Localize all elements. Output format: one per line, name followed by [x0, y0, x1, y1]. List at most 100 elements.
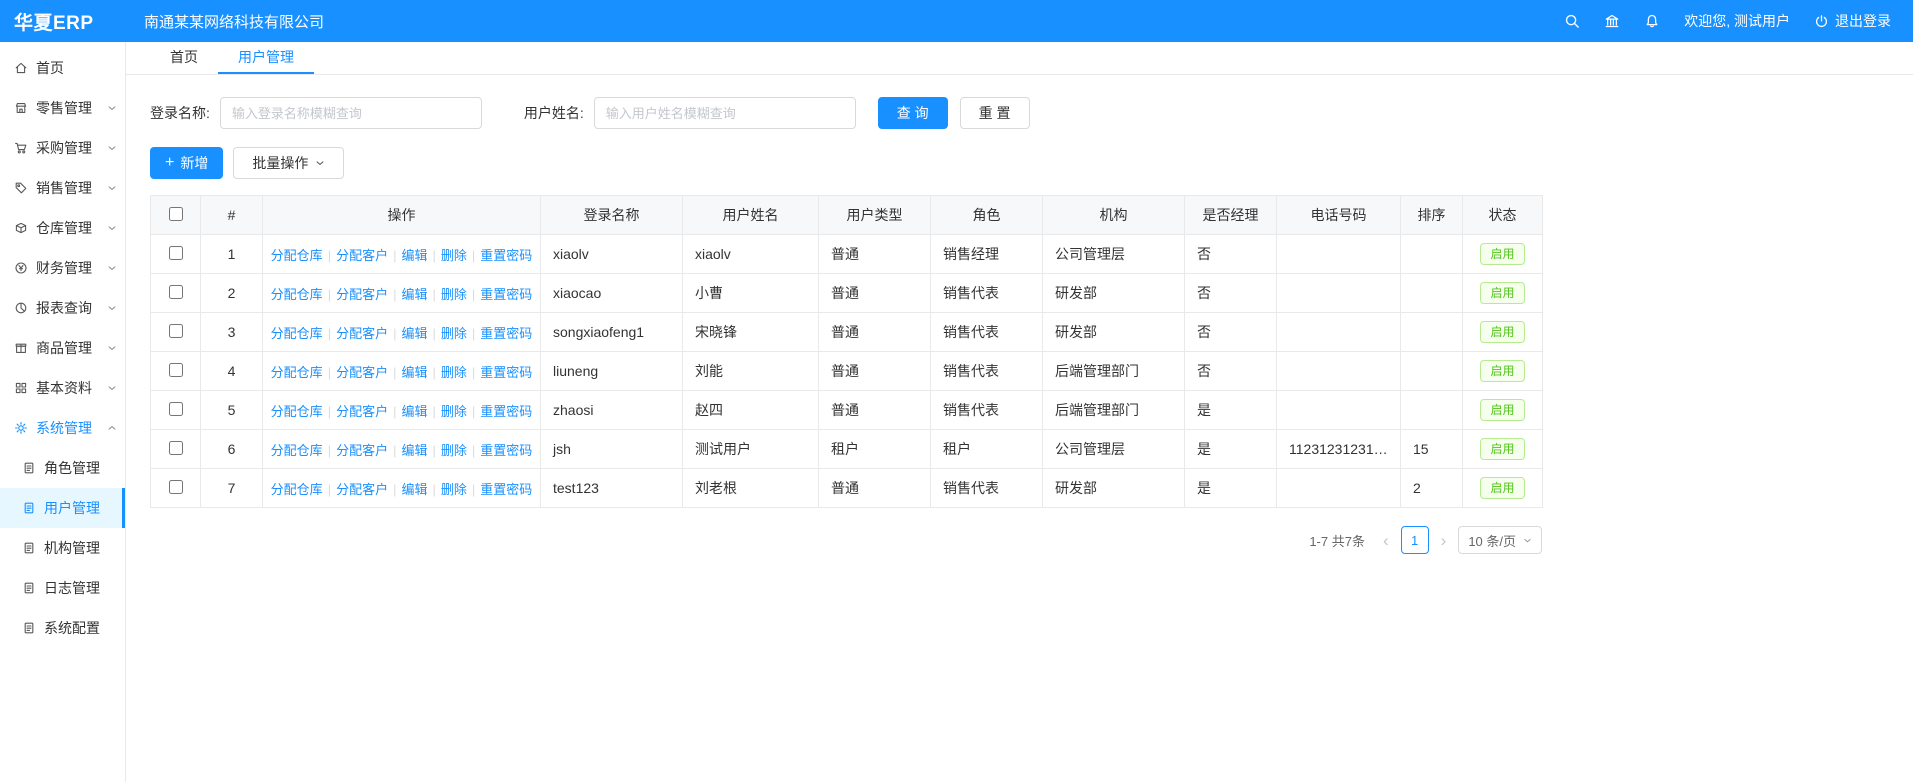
- cell-name: xiaolv: [683, 235, 819, 274]
- assign-warehouse-link[interactable]: 分配仓库: [271, 248, 323, 263]
- reset-password-link[interactable]: 重置密码: [480, 365, 532, 380]
- status-badge[interactable]: 启用: [1480, 360, 1524, 382]
- reset-button[interactable]: 重 置: [960, 97, 1030, 129]
- reset-password-link[interactable]: 重置密码: [480, 443, 532, 458]
- tab-bar: 首页 用户管理: [126, 42, 1913, 75]
- row-checkbox[interactable]: [169, 324, 183, 338]
- delete-link[interactable]: 删除: [441, 326, 467, 341]
- status-badge[interactable]: 启用: [1480, 243, 1524, 265]
- chevron-down-icon: [107, 303, 117, 313]
- row-checkbox[interactable]: [169, 402, 183, 416]
- status-badge[interactable]: 启用: [1480, 477, 1524, 499]
- sidebar-item-report[interactable]: 报表查询: [0, 288, 125, 328]
- sidebar-item-warehouse[interactable]: 仓库管理: [0, 208, 125, 248]
- assign-customer-link[interactable]: 分配客户: [336, 248, 388, 263]
- cell-phone: [1277, 235, 1401, 274]
- cell-type: 普通: [819, 352, 931, 391]
- edit-link[interactable]: 编辑: [401, 287, 427, 302]
- sidebar-item-role-management[interactable]: 角色管理: [0, 448, 125, 488]
- assign-warehouse-link[interactable]: 分配仓库: [271, 443, 323, 458]
- plus-icon: +: [165, 155, 174, 171]
- sales-icon: [14, 181, 28, 195]
- sidebar-item-purchase[interactable]: 采购管理: [0, 128, 125, 168]
- action-separator: |: [328, 365, 331, 380]
- delete-link[interactable]: 删除: [441, 287, 467, 302]
- delete-link[interactable]: 删除: [441, 248, 467, 263]
- assign-warehouse-link[interactable]: 分配仓库: [271, 365, 323, 380]
- batch-actions-button[interactable]: 批量操作: [233, 147, 344, 179]
- edit-link[interactable]: 编辑: [401, 482, 427, 497]
- row-checkbox[interactable]: [169, 246, 183, 260]
- assign-customer-link[interactable]: 分配客户: [336, 365, 388, 380]
- bank-icon[interactable]: [1604, 13, 1620, 29]
- sidebar-item-home[interactable]: 首页: [0, 48, 125, 88]
- logout-button[interactable]: 退出登录: [1814, 11, 1891, 31]
- sidebar-item-system-config[interactable]: 系统配置: [0, 608, 125, 648]
- sidebar-item-finance[interactable]: 财务管理: [0, 248, 125, 288]
- assign-customer-link[interactable]: 分配客户: [336, 482, 388, 497]
- cell-org: 研发部: [1043, 469, 1185, 508]
- delete-link[interactable]: 删除: [441, 365, 467, 380]
- search-icon[interactable]: [1564, 13, 1580, 29]
- sidebar-item-basic-data[interactable]: 基本资料: [0, 368, 125, 408]
- page-size-select[interactable]: 10 条/页: [1458, 526, 1542, 554]
- sidebar-item-label: 商品管理: [36, 338, 92, 358]
- edit-link[interactable]: 编辑: [401, 365, 427, 380]
- status-badge[interactable]: 启用: [1480, 321, 1524, 343]
- assign-customer-link[interactable]: 分配客户: [336, 287, 388, 302]
- tab-user-management[interactable]: 用户管理: [218, 42, 314, 74]
- edit-link[interactable]: 编辑: [401, 404, 427, 419]
- finance-icon: [14, 261, 28, 275]
- cell-role: 销售代表: [931, 313, 1043, 352]
- sidebar-item-retail[interactable]: 零售管理: [0, 88, 125, 128]
- assign-customer-link[interactable]: 分配客户: [336, 326, 388, 341]
- sidebar-item-system[interactable]: 系统管理: [0, 408, 125, 448]
- warehouse-icon: [14, 221, 28, 235]
- assign-customer-link[interactable]: 分配客户: [336, 404, 388, 419]
- action-separator: |: [472, 287, 475, 302]
- assign-customer-link[interactable]: 分配客户: [336, 443, 388, 458]
- reset-password-link[interactable]: 重置密码: [480, 248, 532, 263]
- assign-warehouse-link[interactable]: 分配仓库: [271, 404, 323, 419]
- sidebar-item-org-management[interactable]: 机构管理: [0, 528, 125, 568]
- delete-link[interactable]: 删除: [441, 443, 467, 458]
- reset-password-link[interactable]: 重置密码: [480, 482, 532, 497]
- tab-home[interactable]: 首页: [150, 42, 218, 74]
- bell-icon[interactable]: [1644, 13, 1660, 29]
- edit-link[interactable]: 编辑: [401, 443, 427, 458]
- add-button[interactable]: + 新增: [150, 147, 223, 179]
- select-all-checkbox[interactable]: [169, 207, 183, 221]
- action-separator: |: [433, 248, 436, 263]
- page-number[interactable]: 1: [1401, 526, 1429, 554]
- sidebar-item-goods[interactable]: 商品管理: [0, 328, 125, 368]
- document-icon: [22, 621, 36, 635]
- sidebar-item-user-management[interactable]: 用户管理: [0, 488, 125, 528]
- user-name-input[interactable]: [594, 97, 856, 129]
- status-badge[interactable]: 启用: [1480, 438, 1524, 460]
- reset-password-link[interactable]: 重置密码: [480, 287, 532, 302]
- basic-data-icon: [14, 381, 28, 395]
- delete-link[interactable]: 删除: [441, 404, 467, 419]
- row-checkbox[interactable]: [169, 363, 183, 377]
- status-badge[interactable]: 启用: [1480, 282, 1524, 304]
- reset-password-link[interactable]: 重置密码: [480, 326, 532, 341]
- row-checkbox[interactable]: [169, 480, 183, 494]
- edit-link[interactable]: 编辑: [401, 248, 427, 263]
- search-button[interactable]: 查 询: [878, 97, 948, 129]
- prev-page-icon[interactable]: ‹: [1381, 532, 1391, 549]
- assign-warehouse-link[interactable]: 分配仓库: [271, 287, 323, 302]
- cell-org: 研发部: [1043, 274, 1185, 313]
- row-checkbox[interactable]: [169, 285, 183, 299]
- status-badge[interactable]: 启用: [1480, 399, 1524, 421]
- assign-warehouse-link[interactable]: 分配仓库: [271, 482, 323, 497]
- reset-password-link[interactable]: 重置密码: [480, 404, 532, 419]
- sidebar-item-log-management[interactable]: 日志管理: [0, 568, 125, 608]
- login-name-input[interactable]: [220, 97, 482, 129]
- sidebar-item-sales[interactable]: 销售管理: [0, 168, 125, 208]
- edit-link[interactable]: 编辑: [401, 326, 427, 341]
- row-checkbox[interactable]: [169, 441, 183, 455]
- delete-link[interactable]: 删除: [441, 482, 467, 497]
- chevron-down-icon: [107, 103, 117, 113]
- assign-warehouse-link[interactable]: 分配仓库: [271, 326, 323, 341]
- next-page-icon[interactable]: ›: [1439, 532, 1449, 549]
